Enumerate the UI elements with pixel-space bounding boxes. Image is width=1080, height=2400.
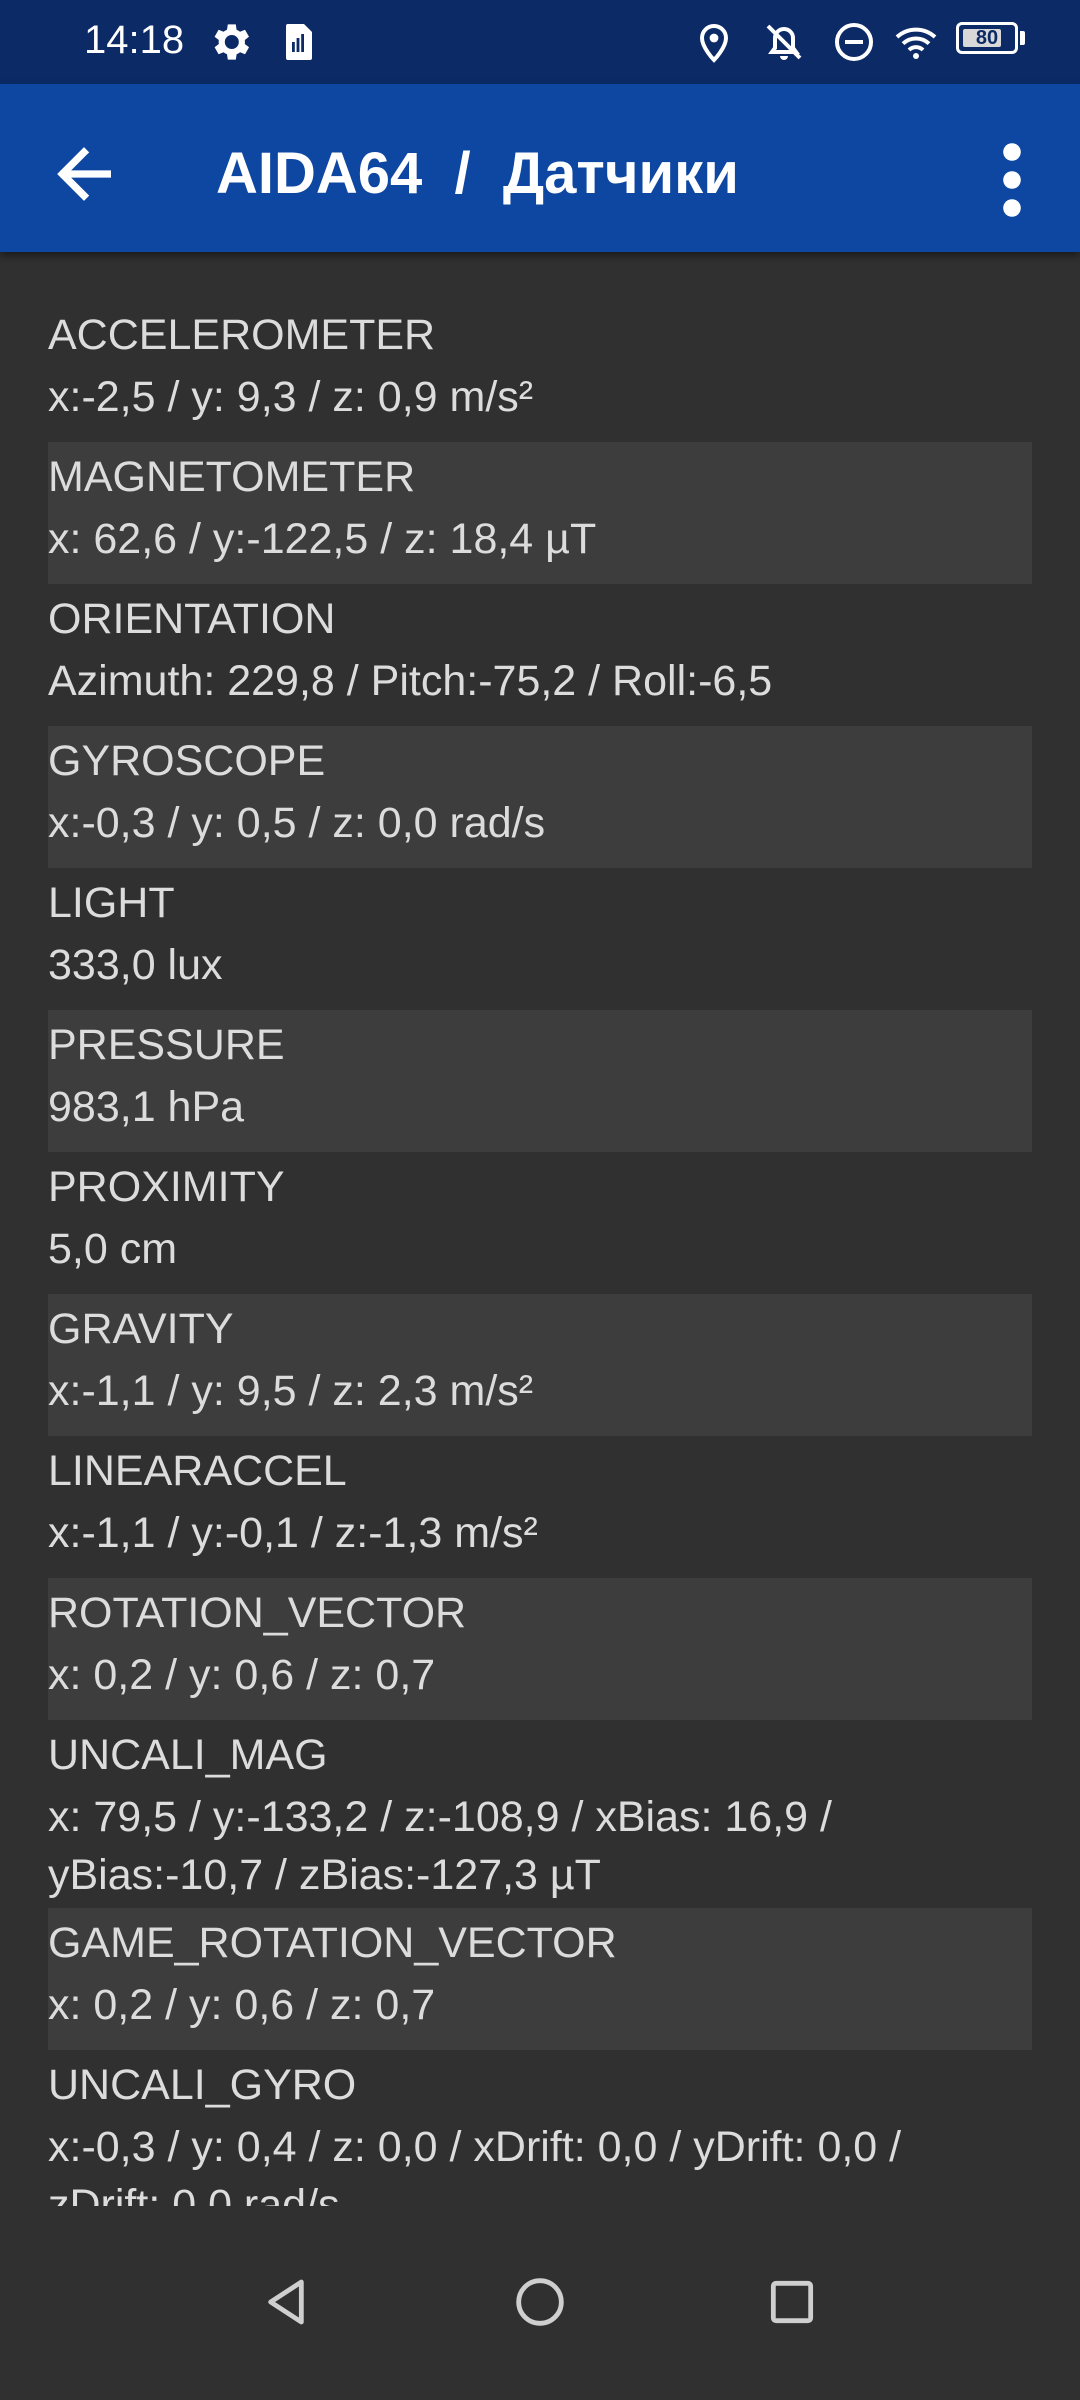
battery-tip xyxy=(1020,31,1025,45)
status-time: 14:18 xyxy=(84,18,185,62)
sensor-name: ORIENTATION xyxy=(48,595,336,643)
list-item: GRAVITY x:-1,1 / y: 9,5 / z: 2,3 m/s² xyxy=(48,1294,1032,1436)
list-item: MAGNETOMETER x: 62,6 / y:-122,5 / z: 18,… xyxy=(48,442,1032,584)
settings-icon xyxy=(214,24,250,60)
sensor-name: PRESSURE xyxy=(48,1021,285,1069)
sensor-value: x:-1,1 / y:-0,1 / z:-1,3 m/s² xyxy=(48,1509,538,1557)
list-item: ROTATION_VECTOR x: 0,2 / y: 0,6 / z: 0,7 xyxy=(48,1578,1032,1720)
sensor-value: x: 0,2 / y: 0,6 / z: 0,7 xyxy=(48,1981,436,2029)
list-item: GAME_ROTATION_VECTOR x: 0,2 / y: 0,6 / z… xyxy=(48,1908,1032,2050)
sensor-list[interactable]: ACCELEROMETER x:-2,5 / y: 9,3 / z: 0,9 m… xyxy=(0,300,1080,2206)
home-circle-icon[interactable] xyxy=(508,2270,572,2334)
list-item: PRESSURE 983,1 hPa xyxy=(48,1010,1032,1152)
back-arrow-icon[interactable] xyxy=(44,134,124,214)
sim-icon xyxy=(286,24,312,60)
sensor-name: ACCELEROMETER xyxy=(48,311,436,359)
do-not-disturb-icon xyxy=(835,23,873,61)
sensor-name: UNCALI_GYRO xyxy=(48,2061,357,2109)
list-item: LIGHT 333,0 lux xyxy=(48,868,1032,1010)
sensor-name: UNCALI_MAG xyxy=(48,1731,328,1779)
sensor-value: 5,0 cm xyxy=(48,1225,178,1273)
battery-level-text: 80 xyxy=(975,27,999,49)
sensor-value: x:-2,5 / y: 9,3 / z: 0,9 m/s² xyxy=(48,373,534,421)
list-item: LINEARACCEL x:-1,1 / y:-0,1 / z:-1,3 m/s… xyxy=(48,1436,1032,1578)
location-icon xyxy=(699,24,729,63)
more-options-icon[interactable] xyxy=(990,140,1034,220)
sensor-value: x: 79,5 / y:-133,2 / z:-108,9 / xBias: 1… xyxy=(48,1793,832,1841)
sensor-value: x:-1,1 / y: 9,5 / z: 2,3 m/s² xyxy=(48,1367,534,1415)
list-item: UNCALI_GYRO x:-0,3 / y: 0,4 / z: 0,0 / x… xyxy=(48,2050,1032,2206)
page-title: AIDA64 / Датчики xyxy=(216,141,739,206)
sensor-value: x: 0,2 / y: 0,6 / z: 0,7 xyxy=(48,1651,436,1699)
list-item: ORIENTATION Azimuth: 229,8 / Pitch:-75,2… xyxy=(48,584,1032,726)
app-bar: AIDA64 / Датчики xyxy=(0,84,1080,252)
sensor-name: GRAVITY xyxy=(48,1305,234,1353)
sensor-value: x:-0,3 / y: 0,5 / z: 0,0 rad/s xyxy=(48,799,546,847)
sensor-name: GYROSCOPE xyxy=(48,737,326,785)
sensor-name: MAGNETOMETER xyxy=(48,453,416,501)
sensor-name: GAME_ROTATION_VECTOR xyxy=(48,1919,617,1967)
sensor-value: x:-0,3 / y: 0,4 / z: 0,0 / xDrift: 0,0 /… xyxy=(48,2123,902,2171)
status-bar: 14:18 80 xyxy=(0,0,1080,84)
wifi-icon xyxy=(895,27,937,59)
sensor-value: 333,0 lux xyxy=(48,941,223,989)
back-triangle-icon[interactable] xyxy=(256,2270,320,2334)
list-item: GYROSCOPE x:-0,3 / y: 0,5 / z: 0,0 rad/s xyxy=(48,726,1032,868)
sensor-name: ROTATION_VECTOR xyxy=(48,1589,467,1637)
sensor-value: 983,1 hPa xyxy=(48,1083,245,1131)
sensor-name: LIGHT xyxy=(48,879,175,927)
recents-square-icon[interactable] xyxy=(760,2270,824,2334)
sensor-value: Azimuth: 229,8 / Pitch:-75,2 / Roll:-6,5 xyxy=(48,657,773,705)
notifications-off-icon xyxy=(766,24,802,60)
battery-icon: 80 xyxy=(956,22,1018,54)
sensor-value: x: 62,6 / y:-122,5 / z: 18,4 µT xyxy=(48,515,597,563)
sensor-value-line-2: zDrift: 0,0 rad/s xyxy=(48,2181,340,2206)
sensor-value-line-2: yBias:-10,7 / zBias:-127,3 µT xyxy=(48,1851,601,1899)
list-item: UNCALI_MAG x: 79,5 / y:-133,2 / z:-108,9… xyxy=(48,1720,1032,1908)
list-item: ACCELEROMETER x:-2,5 / y: 9,3 / z: 0,9 m… xyxy=(48,300,1032,442)
navigation-bar xyxy=(0,2206,1080,2400)
sensor-name: PROXIMITY xyxy=(48,1163,285,1211)
sensor-name: LINEARACCEL xyxy=(48,1447,347,1495)
list-item: PROXIMITY 5,0 cm xyxy=(48,1152,1032,1294)
